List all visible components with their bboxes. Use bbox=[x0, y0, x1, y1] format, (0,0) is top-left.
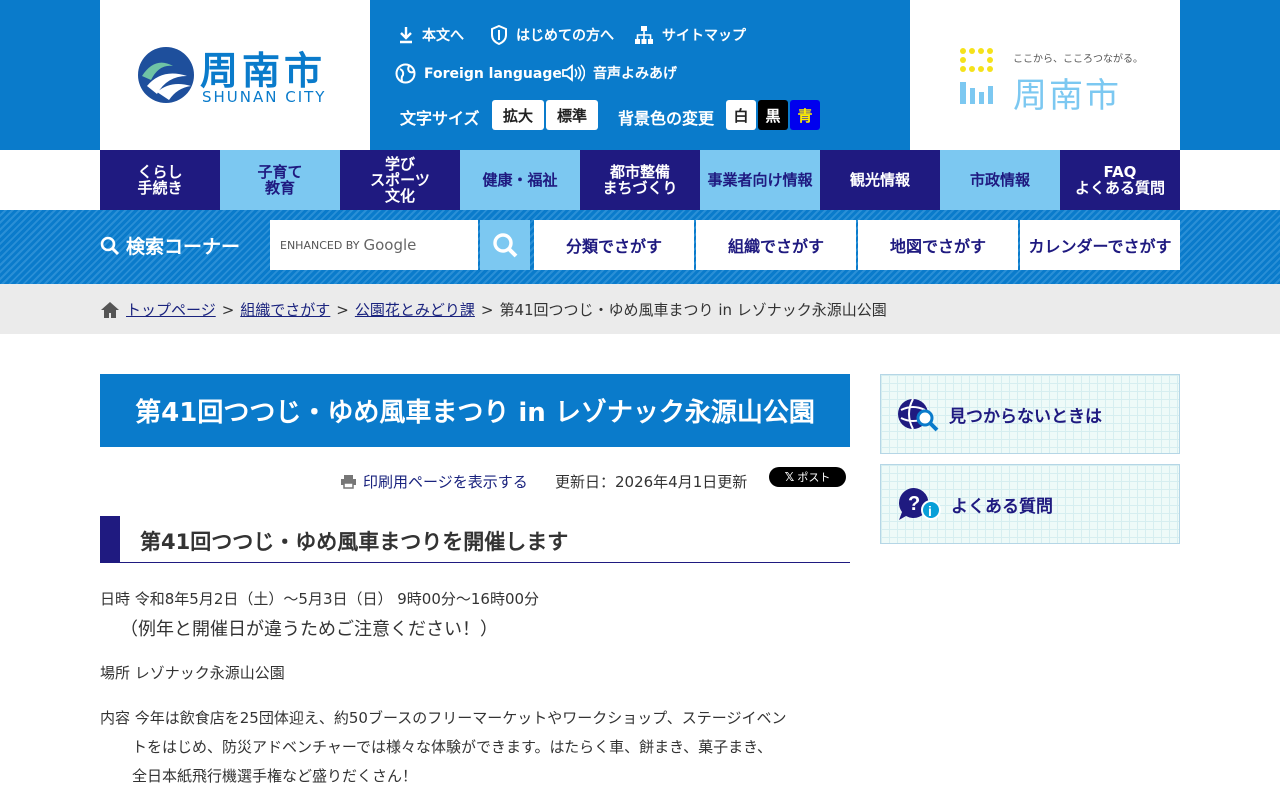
bg-blue-button[interactable]: 青 bbox=[790, 100, 820, 130]
first-time-link[interactable]: はじめての方へ bbox=[490, 25, 614, 45]
foreign-language-link[interactable]: Foreign language bbox=[395, 63, 562, 84]
globe-icon bbox=[395, 63, 416, 84]
x-logo-icon: 𝕏 bbox=[784, 470, 795, 484]
search-icon bbox=[493, 233, 518, 258]
download-arrow-icon bbox=[400, 27, 412, 44]
sitemap-icon bbox=[635, 26, 653, 44]
nav-toshi[interactable]: 都市整備 まちづくり bbox=[580, 150, 700, 210]
faq-question-icon: ? i bbox=[899, 488, 941, 520]
city-emblem-icon bbox=[138, 47, 194, 103]
foreign-language-label: Foreign language bbox=[424, 65, 562, 82]
svg-text:i: i bbox=[928, 503, 932, 519]
date-line: 日時 令和8年5月2日（土）～5月3日（日） 9時00分～16時00分 bbox=[100, 590, 540, 608]
content-line-1: 内容 今年は飲食店を25団体迎え、約50ブースのフリーマーケットやワークショップ… bbox=[100, 709, 787, 727]
heading-accent-bar bbox=[100, 516, 120, 562]
search-icon bbox=[100, 236, 120, 255]
first-time-label: はじめての方へ bbox=[516, 28, 614, 44]
enhanced-by-label: ENHANCED BY bbox=[280, 238, 360, 252]
section-heading-text: 第41回つつじ・ゆめ風車まつりを開催します bbox=[140, 530, 569, 554]
skip-to-content-link[interactable]: 本文へ bbox=[398, 25, 464, 45]
x-post-button[interactable]: 𝕏 ポスト bbox=[769, 467, 846, 487]
search-by-calendar-button[interactable]: カレンダーでさがす bbox=[1020, 220, 1180, 270]
breadcrumb: トップページ > 組織でさがす > 公園花とみどり課 > 第41回つつじ・ゆめ風… bbox=[0, 284, 1280, 334]
font-size-large-button[interactable]: 拡大 bbox=[492, 100, 544, 130]
search-corner-title: 検索コーナー bbox=[100, 232, 240, 259]
print-link[interactable]: 印刷用ページを表示する bbox=[340, 471, 528, 492]
google-label: Google bbox=[363, 236, 417, 254]
search-button[interactable] bbox=[480, 220, 530, 270]
section-heading: 第41回つつじ・ゆめ風車まつりを開催します bbox=[100, 516, 850, 563]
global-nav: くらし 手続き 子育て 教育 学び スポーツ 文化 健康・福祉 都市整備 まちづ… bbox=[100, 150, 1180, 210]
nav-manabi[interactable]: 学び スポーツ 文化 bbox=[340, 150, 460, 210]
font-size-normal-button[interactable]: 標準 bbox=[546, 100, 598, 130]
breadcrumb-current: 第41回つつじ・ゆめ風車まつり in レゾナック永源山公園 bbox=[499, 301, 887, 319]
svg-text:?: ? bbox=[908, 493, 920, 515]
voice-reader-link[interactable]: 音声よみあげ bbox=[561, 63, 677, 83]
voice-reader-label: 音声よみあげ bbox=[593, 66, 677, 82]
sitemap-label: サイトマップ bbox=[662, 28, 746, 44]
print-link-label[interactable]: 印刷用ページを表示する bbox=[363, 471, 528, 492]
sitemap-link[interactable]: サイトマップ bbox=[634, 25, 746, 45]
font-size-label: 文字サイズ bbox=[400, 109, 480, 128]
breadcrumb-separator: > bbox=[480, 300, 494, 319]
breadcrumb-top-link[interactable]: トップページ bbox=[126, 299, 216, 320]
brand-tagline: ここから、こころつながる。 bbox=[1013, 54, 1143, 65]
skip-label: 本文へ bbox=[422, 28, 464, 44]
place-line: 場所 レゾナック永源山公園 bbox=[100, 664, 285, 682]
x-post-label: ポスト bbox=[797, 471, 831, 484]
search-by-map-button[interactable]: 地図でさがす bbox=[858, 220, 1018, 270]
search-by-category-button[interactable]: 分類でさがす bbox=[534, 220, 694, 270]
search-corner-label: 検索コーナー bbox=[126, 236, 241, 258]
search-input[interactable]: ENHANCED BY Google bbox=[270, 220, 478, 270]
search-by-organization-button[interactable]: 組織でさがす bbox=[696, 220, 856, 270]
nav-business[interactable]: 事業者向け情報 bbox=[700, 150, 820, 210]
breadcrumb-org-link[interactable]: 組織でさがす bbox=[240, 299, 330, 320]
nav-kenko[interactable]: 健康・福祉 bbox=[460, 150, 580, 210]
city-logo[interactable]: 周南市 SHUNAN CITY bbox=[100, 0, 370, 150]
nav-kanko[interactable]: 観光情報 bbox=[820, 150, 940, 210]
breadcrumb-dept-link[interactable]: 公園花とみどり課 bbox=[355, 299, 475, 320]
logo-sub-text: SHUNAN CITY bbox=[202, 88, 327, 106]
updated-date: 更新日：2026年4月1日更新 bbox=[555, 473, 748, 491]
brand-name: 周南市 bbox=[1013, 76, 1121, 116]
nav-kurashi[interactable]: くらし 手続き bbox=[100, 150, 220, 210]
globe-search-icon bbox=[898, 398, 939, 432]
sidebar-not-found-link[interactable]: 見つからないときは bbox=[880, 374, 1180, 454]
logo-main-text: 周南市 bbox=[200, 49, 327, 93]
brand-logo: ここから、こころつながる。 周南市 bbox=[910, 0, 1180, 150]
bg-white-button[interactable]: 白 bbox=[726, 100, 756, 130]
bg-color-label: 背景色の変更 bbox=[618, 109, 715, 128]
breadcrumb-separator: > bbox=[336, 300, 349, 319]
brand-mark-icon bbox=[960, 48, 993, 104]
nav-kosodate[interactable]: 子育て 教育 bbox=[220, 150, 340, 210]
faq-label: よくある質問 bbox=[951, 496, 1053, 517]
shield-leaf-icon bbox=[491, 25, 507, 45]
breadcrumb-separator: > bbox=[221, 300, 235, 319]
home-icon bbox=[101, 301, 119, 318]
nav-faq[interactable]: FAQ よくある質問 bbox=[1060, 150, 1180, 210]
nav-shisei[interactable]: 市政情報 bbox=[940, 150, 1060, 210]
not-found-label: 見つからないときは bbox=[949, 406, 1102, 427]
content-line-3: 全日本紙飛行機選手権など盛りだくさん！ bbox=[132, 767, 418, 785]
speaker-icon bbox=[562, 64, 585, 82]
page-title: 第41回つつじ・ゆめ風車まつり in レゾナック永源山公園 bbox=[100, 374, 850, 447]
date-note: （例年と開催日が違うためご注意ください！） bbox=[120, 619, 498, 640]
bg-black-button[interactable]: 黒 bbox=[758, 100, 788, 130]
content-line-2: トをはじめ、防災アドベンチャーでは様々な体験ができます。はたらく車、餅まき、菓子… bbox=[132, 738, 773, 756]
printer-icon bbox=[341, 475, 356, 489]
sidebar-faq-link[interactable]: ? i よくある質問 bbox=[880, 464, 1180, 544]
